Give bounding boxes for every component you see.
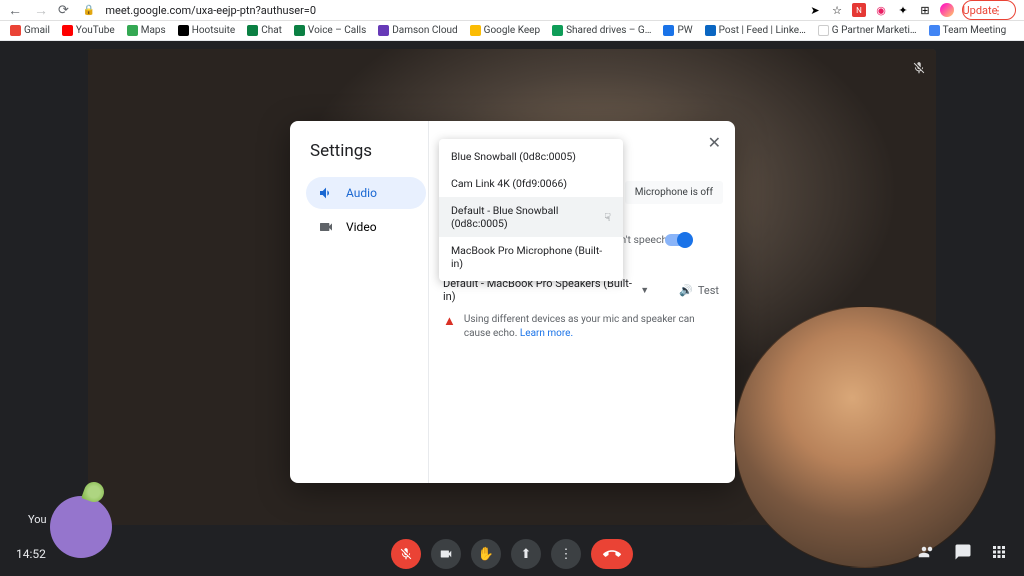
dropdown-option[interactable]: Cam Link 4K (0fd9:0066) [439,170,623,197]
bookmark-gmail[interactable]: Gmail [10,25,50,36]
bookmark-team[interactable]: Team Meeting [929,25,1007,36]
url-bar[interactable]: meet.google.com/uxa-eejp-ptn?authuser=0 [105,4,798,17]
mic-status-chip: Microphone is off [625,181,723,204]
star-icon[interactable]: ☆ [830,3,844,17]
ext-icon[interactable]: ⊞ [918,3,932,17]
call-controls: ✋ ⬆ ⋮ [391,539,633,569]
meet-app: Settings Audio Video ✕ Blue Snowball (0d… [0,41,1024,576]
nav-label: Audio [346,186,377,200]
forward-button[interactable]: → [34,2,48,19]
bookmark-linkedin[interactable]: Post | Feed | Linke… [705,25,806,36]
nav-video[interactable]: Video [306,211,426,243]
cursor-icon: ☟ [604,211,611,224]
warning-icon: ▲ [443,313,456,341]
microphone-dropdown: Blue Snowball (0d8c:0005) Cam Link 4K (0… [439,139,623,281]
nav-audio[interactable]: Audio [306,177,426,209]
nav-arrows: ← → [8,2,48,19]
bookmark-damson[interactable]: Damson Cloud [378,25,457,36]
chevron-down-icon: ▼ [640,285,649,296]
ext-icon[interactable]: N [852,3,866,17]
echo-warning: ▲ Using different devices as your mic an… [443,313,719,341]
dropdown-option[interactable]: Default - Blue Snowball (0d8c:0005)☟ [439,197,623,237]
browser-toolbar: ← → ⟳ 🔒 meet.google.com/uxa-eejp-ptn?aut… [0,0,1024,21]
lock-icon: 🔒 [83,5,95,16]
activities-button[interactable] [990,543,1008,565]
chat-button[interactable] [954,543,972,565]
bookmark-chat[interactable]: Chat [247,25,282,36]
right-panel-icons [918,543,1008,565]
profile-avatar[interactable] [940,3,954,17]
extension-icons: ➤ ☆ N ◉ ✦ ⊞ Update⋮ [808,0,1016,20]
settings-modal: Settings Audio Video ✕ Blue Snowball (0d… [290,121,735,483]
self-view-bubble[interactable] [734,306,996,568]
people-button[interactable] [918,543,936,565]
close-button[interactable]: ✕ [708,133,721,152]
mic-muted-icon [912,61,926,79]
bookmark-drives[interactable]: Shared drives – G… [552,25,651,36]
noise-cancel-toggle[interactable] [665,234,691,246]
meet-bottom-bar: 14:52 ✋ ⬆ ⋮ [0,532,1024,576]
extensions-icon[interactable]: ✦ [896,3,910,17]
dropdown-option[interactable]: MacBook Pro Microphone (Built-in) [439,237,623,277]
reload-button[interactable]: ⟳ [58,3,69,18]
test-speaker-button[interactable]: 🔊 Test [679,284,719,297]
bookmark-maps[interactable]: Maps [127,25,166,36]
speaker-icon [318,185,334,201]
bookmark-hootsuite[interactable]: Hootsuite [178,25,236,36]
bookmarks-bar: Gmail YouTube Maps Hootsuite Chat Voice … [0,21,1024,41]
bookmark-youtube[interactable]: YouTube [62,25,115,36]
present-button[interactable]: ⬆ [511,539,541,569]
update-button[interactable]: Update⋮ [962,0,1016,20]
clock: 14:52 [16,547,46,561]
bookmark-pw[interactable]: PW [663,25,692,36]
settings-content: ✕ Blue Snowball (0d8c:0005) Cam Link 4K … [428,121,735,483]
ext-icon[interactable]: ➤ [808,3,822,17]
settings-sidebar: Settings Audio Video [290,121,428,483]
settings-title: Settings [306,141,428,161]
mic-toggle-button[interactable] [391,539,421,569]
more-options-button[interactable]: ⋮ [551,539,581,569]
you-label: You [28,513,47,526]
sound-icon: 🔊 [679,284,693,297]
camera-toggle-button[interactable] [431,539,461,569]
bookmark-keep[interactable]: Google Keep [470,25,540,36]
learn-more-link[interactable]: Learn more. [520,328,573,339]
back-button[interactable]: ← [8,2,22,19]
bookmark-gpartner[interactable]: G Partner Marketi… [818,25,917,36]
end-call-button[interactable] [591,539,633,569]
nav-label: Video [346,220,377,234]
raise-hand-button[interactable]: ✋ [471,539,501,569]
camera-icon [318,219,334,235]
ext-icon[interactable]: ◉ [874,3,888,17]
bookmark-voice[interactable]: Voice – Calls [294,25,366,36]
dropdown-option[interactable]: Blue Snowball (0d8c:0005) [439,143,623,170]
